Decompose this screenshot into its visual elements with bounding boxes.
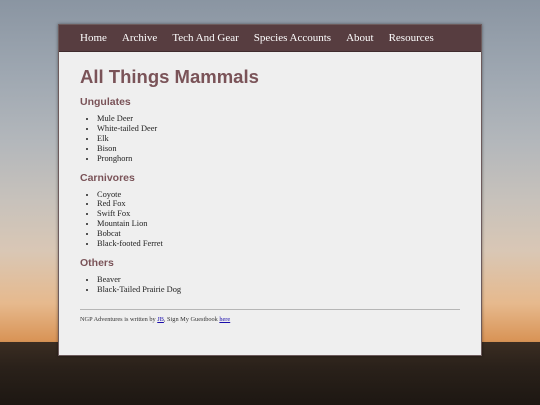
list-item: White-tailed Deer — [97, 124, 460, 134]
list-item: Pronghorn — [97, 154, 460, 164]
page-container: Home Archive Tech And Gear Species Accou… — [58, 24, 482, 356]
footer-text-middle: , Sign My Guestbook — [163, 315, 220, 323]
main-content: All Things Mammals Ungulates Mule Deer W… — [59, 66, 481, 323]
list-item: Mountain Lion — [97, 219, 460, 229]
list-item: Bison — [97, 144, 460, 154]
nav-species-accounts[interactable]: Species Accounts — [254, 32, 331, 44]
list-item: Black-footed Ferret — [97, 239, 460, 249]
nav-home[interactable]: Home — [80, 32, 107, 44]
author-link[interactable]: JB — [157, 316, 164, 323]
list-item: Black-Tailed Prairie Dog — [97, 285, 460, 295]
guestbook-link[interactable]: here — [219, 316, 230, 323]
list-others: Beaver Black-Tailed Prairie Dog — [80, 275, 460, 295]
nav-resources[interactable]: Resources — [389, 32, 434, 44]
list-item: Bobcat — [97, 229, 460, 239]
list-item: Mule Deer — [97, 114, 460, 124]
list-carnivores: Coyote Red Fox Swift Fox Mountain Lion B… — [80, 190, 460, 249]
nav-tech-and-gear[interactable]: Tech And Gear — [172, 32, 238, 44]
list-item: Coyote — [97, 190, 460, 200]
list-item: Swift Fox — [97, 209, 460, 219]
footer-text-before: NGP Adventures is written by — [80, 315, 158, 323]
nav-about[interactable]: About — [346, 32, 374, 44]
list-item: Elk — [97, 134, 460, 144]
footer: NGP Adventures is written by JB, Sign My… — [80, 316, 460, 323]
nav-archive[interactable]: Archive — [122, 32, 157, 44]
list-item: Red Fox — [97, 199, 460, 209]
section-heading-ungulates: Ungulates — [80, 96, 131, 108]
list-item: Beaver — [97, 275, 460, 285]
section-heading-others: Others — [80, 256, 114, 269]
section-heading-carnivores: Carnivores — [80, 171, 135, 184]
top-nav: Home Archive Tech And Gear Species Accou… — [59, 25, 481, 52]
page-title: All Things Mammals — [80, 66, 259, 87]
footer-divider — [80, 308, 460, 310]
list-ungulates: Mule Deer White-tailed Deer Elk Bison Pr… — [80, 114, 460, 164]
